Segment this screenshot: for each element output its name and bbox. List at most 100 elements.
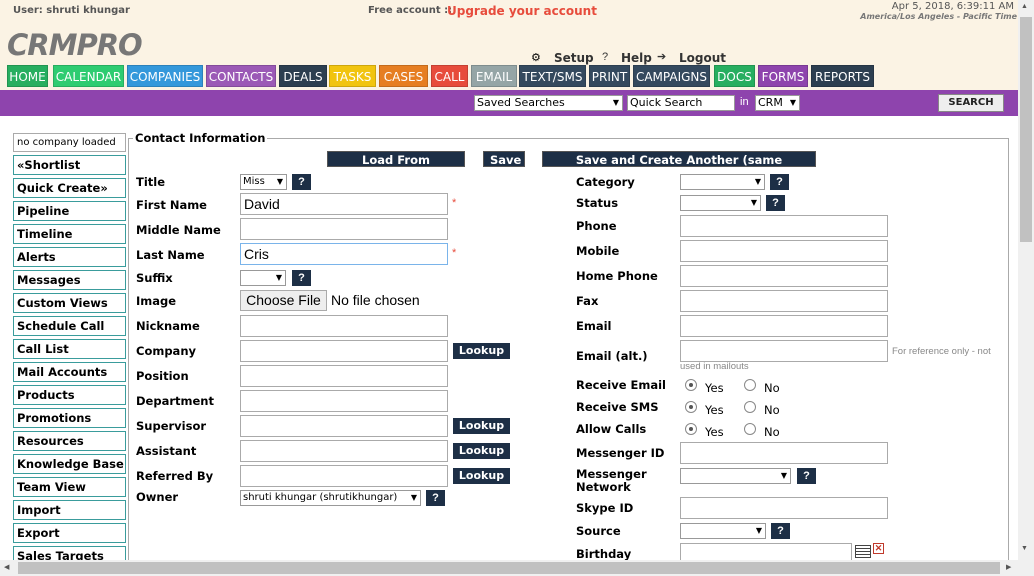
department-input[interactable] xyxy=(240,390,448,412)
sidebar-item-schedule-call[interactable]: Schedule Call xyxy=(13,316,126,336)
horizontal-scrollbar[interactable]: ◀ ▶ xyxy=(0,560,1018,576)
company-input[interactable] xyxy=(240,340,448,362)
tab-docs[interactable]: DOCS xyxy=(714,65,755,87)
horizontal-scroll-thumb[interactable] xyxy=(18,562,1000,574)
quick-search-input[interactable]: Quick Search xyxy=(627,95,735,111)
sidebar-item-call-list[interactable]: Call List xyxy=(13,339,126,359)
tab-companies[interactable]: COMPANIES xyxy=(127,65,203,87)
saved-searches-select[interactable]: Saved Searches ▼ xyxy=(474,95,623,111)
help-icon[interactable]: ? xyxy=(602,51,608,63)
receive-sms-no-radio[interactable] xyxy=(744,401,756,413)
search-button[interactable]: SEARCH xyxy=(938,94,1004,112)
sidebar-item-quick-create[interactable]: Quick Create» xyxy=(13,178,126,198)
skype-id-input[interactable] xyxy=(680,497,888,519)
tab-cases[interactable]: CASES xyxy=(379,65,428,87)
tab-textsms[interactable]: TEXT/SMS xyxy=(519,65,586,87)
phone-input[interactable] xyxy=(680,215,888,237)
title-help-icon[interactable]: ? xyxy=(292,174,311,190)
vertical-scrollbar[interactable]: ▲ ▼ xyxy=(1018,0,1034,576)
save-button[interactable]: Save xyxy=(483,151,525,167)
messenger-network-help-icon[interactable]: ? xyxy=(797,468,816,484)
fax-input[interactable] xyxy=(680,290,888,312)
scroll-right-icon[interactable]: ▶ xyxy=(1006,563,1011,571)
tab-email[interactable]: EMAIL xyxy=(471,65,517,87)
first-name-input[interactable]: David xyxy=(240,193,448,215)
birthday-input[interactable] xyxy=(680,543,852,561)
scroll-left-icon[interactable]: ◀ xyxy=(4,563,9,571)
category-help-icon[interactable]: ? xyxy=(770,174,789,190)
sidebar-item-export[interactable]: Export xyxy=(13,523,126,543)
save-create-another-button[interactable]: Save and Create Another (same company) xyxy=(542,151,816,183)
sidebar-item-pipeline[interactable]: Pipeline xyxy=(13,201,126,221)
messenger-id-input[interactable] xyxy=(680,442,888,464)
status-select[interactable]: ▼ xyxy=(680,195,761,211)
allow-calls-yes-radio[interactable] xyxy=(685,423,697,435)
setup-link[interactable]: Setup xyxy=(554,51,594,65)
help-link[interactable]: Help xyxy=(621,51,652,65)
assistant-input[interactable] xyxy=(240,440,448,462)
sidebar-item-timeline[interactable]: Timeline xyxy=(13,224,126,244)
mobile-input[interactable] xyxy=(680,240,888,262)
suffix-select[interactable]: ▼ xyxy=(240,270,286,286)
position-input[interactable] xyxy=(240,365,448,387)
source-select[interactable]: ▼ xyxy=(680,523,766,539)
search-scope-select[interactable]: CRM ▼ xyxy=(755,95,800,111)
supervisor-lookup-button[interactable]: Lookup xyxy=(453,418,510,434)
sidebar-item-shortlist[interactable]: «Shortlist xyxy=(13,155,126,175)
category-select[interactable]: ▼ xyxy=(680,174,765,190)
supervisor-input[interactable] xyxy=(240,415,448,437)
title-select[interactable]: Miss ▼ xyxy=(240,174,287,190)
vertical-scroll-thumb[interactable] xyxy=(1020,17,1032,242)
tab-home[interactable]: HOME xyxy=(7,65,48,87)
sidebar-item-custom-views[interactable]: Custom Views xyxy=(13,293,126,313)
sidebar-item-import[interactable]: Import xyxy=(13,500,126,520)
logout-icon[interactable]: ➔ xyxy=(657,50,666,63)
tab-deals[interactable]: DEALS xyxy=(279,65,327,87)
clear-date-icon[interactable]: ✕ xyxy=(873,543,884,554)
sidebar-item-resources[interactable]: Resources xyxy=(13,431,126,451)
tab-print[interactable]: PRINT xyxy=(589,65,630,87)
company-lookup-button[interactable]: Lookup xyxy=(453,343,510,359)
last-name-input[interactable]: Cris xyxy=(240,243,448,265)
referred-by-lookup-button[interactable]: Lookup xyxy=(453,468,510,484)
load-from-company-button[interactable]: Load From Company xyxy=(327,151,465,183)
source-help-icon[interactable]: ? xyxy=(771,523,790,539)
messenger-network-select[interactable]: ▼ xyxy=(680,468,791,484)
choose-file-button[interactable]: Choose File xyxy=(240,290,327,311)
status-help-icon[interactable]: ? xyxy=(766,195,785,211)
suffix-help-icon[interactable]: ? xyxy=(292,270,311,286)
assistant-lookup-button[interactable]: Lookup xyxy=(453,443,510,459)
owner-help-icon[interactable]: ? xyxy=(426,490,445,506)
tab-call[interactable]: CALL xyxy=(431,65,468,87)
tab-reports[interactable]: REPORTS xyxy=(811,65,874,87)
sidebar-item-messages[interactable]: Messages xyxy=(13,270,126,290)
owner-select[interactable]: shruti khungar (shrutikhungar) ▼ xyxy=(240,490,421,506)
tab-tasks[interactable]: TASKS xyxy=(329,65,376,87)
gear-icon[interactable]: ⚙ xyxy=(531,51,541,64)
upgrade-link[interactable]: Upgrade your account xyxy=(447,4,597,18)
sidebar-item-mail-accounts[interactable]: Mail Accounts xyxy=(13,362,126,382)
sidebar-item-team-view[interactable]: Team View xyxy=(13,477,126,497)
scroll-down-icon[interactable]: ▼ xyxy=(1021,545,1028,552)
allow-calls-no-radio[interactable] xyxy=(744,423,756,435)
receive-email-no-radio[interactable] xyxy=(744,379,756,391)
tab-forms[interactable]: FORMS xyxy=(758,65,808,87)
receive-email-yes-radio[interactable] xyxy=(685,379,697,391)
tab-campaigns[interactable]: CAMPAIGNS xyxy=(633,65,710,87)
sidebar-item-products[interactable]: Products xyxy=(13,385,126,405)
sidebar-item-alerts[interactable]: Alerts xyxy=(13,247,126,267)
email-input[interactable] xyxy=(680,315,888,337)
tab-calendar[interactable]: CALENDAR xyxy=(53,65,124,87)
nickname-input[interactable] xyxy=(240,315,448,337)
middle-name-input[interactable] xyxy=(240,218,448,240)
receive-sms-yes-radio[interactable] xyxy=(685,401,697,413)
referred-by-input[interactable] xyxy=(240,465,448,487)
logout-link[interactable]: Logout xyxy=(679,51,726,65)
sidebar-item-promotions[interactable]: Promotions xyxy=(13,408,126,428)
calendar-icon[interactable] xyxy=(855,545,871,558)
email-alt-input[interactable] xyxy=(680,340,888,362)
tab-contacts[interactable]: CONTACTS xyxy=(206,65,276,87)
scroll-up-icon[interactable]: ▲ xyxy=(1021,3,1028,10)
home-phone-input[interactable] xyxy=(680,265,888,287)
sidebar-item-knowledge-base[interactable]: Knowledge Base xyxy=(13,454,126,474)
